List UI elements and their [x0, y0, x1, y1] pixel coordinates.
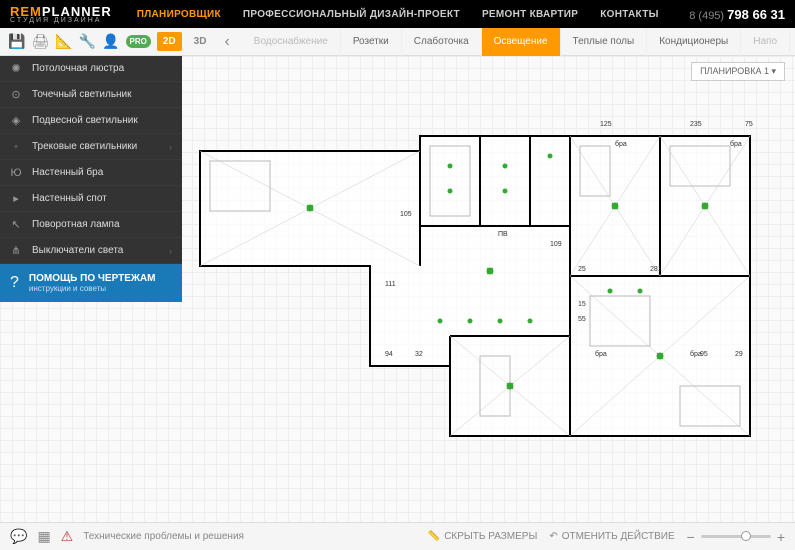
ruler-icon: 📏: [428, 531, 440, 542]
tools-icon[interactable]: 🔧: [79, 33, 96, 51]
svg-text:15: 15: [578, 301, 586, 308]
zoom-in-icon[interactable]: +: [777, 529, 785, 545]
svg-text:94: 94: [385, 351, 393, 358]
svg-text:125: 125: [600, 121, 612, 128]
tool-track-lights[interactable]: ◦Трековые светильники›: [0, 134, 182, 160]
save-icon[interactable]: 💾: [8, 33, 25, 51]
svg-text:235: 235: [690, 121, 702, 128]
undo-button[interactable]: ↶ОТМЕНИТЬ ДЕЙСТВИЕ: [549, 531, 674, 542]
nav-planner[interactable]: ПЛАНИРОВЩИК: [137, 9, 221, 20]
pro-badge[interactable]: PRO: [126, 35, 151, 48]
chevron-right-icon: ›: [169, 142, 172, 152]
help-icon: ?: [10, 274, 19, 292]
print-icon[interactable]: 🖨: [31, 33, 49, 51]
svg-text:281: 281: [650, 266, 662, 273]
tab-more[interactable]: Напо: [741, 28, 790, 56]
tab-heating[interactable]: Теплые полы: [561, 28, 648, 56]
nav-repair[interactable]: РЕМОНТ КВАРТИР: [482, 9, 578, 20]
layers-icon[interactable]: ▦: [37, 528, 50, 545]
svg-text:ПВ: ПВ: [498, 231, 508, 238]
view-2d-button[interactable]: 2D: [157, 32, 182, 51]
tool-ceiling-lamp[interactable]: ✺Потолочная люстра: [0, 56, 182, 82]
user-icon[interactable]: 👤: [102, 33, 119, 51]
svg-text:55: 55: [578, 316, 586, 323]
nav-contacts[interactable]: КОНТАКТЫ: [600, 9, 658, 20]
tool-switches[interactable]: ⋔Выключатели света›: [0, 238, 182, 264]
tab-water[interactable]: Водоснабжение: [242, 28, 341, 56]
svg-text:бра: бра: [730, 140, 742, 148]
view-3d-button[interactable]: 3D: [188, 32, 213, 51]
plan-selector[interactable]: ПЛАНИРОВКА 1 ▾: [691, 62, 785, 81]
chevron-right-icon: ›: [169, 246, 172, 256]
track-icon: ◦: [10, 141, 22, 153]
svg-text:бра: бра: [615, 140, 627, 148]
zoom-control[interactable]: − +: [687, 529, 785, 545]
tab-lowvolt[interactable]: Слаботочка: [402, 28, 482, 56]
svg-text:29: 29: [735, 351, 743, 358]
hide-dims-button[interactable]: 📏СКРЫТЬ РАЗМЕРЫ: [428, 531, 538, 542]
tools-sidebar: ✺Потолочная люстра ⊙Точечный светильник …: [0, 56, 182, 302]
svg-text:75: 75: [745, 121, 753, 128]
tab-lighting[interactable]: Освещение: [482, 28, 561, 56]
tabs-scroll-left[interactable]: ‹: [224, 33, 229, 51]
pendant-icon: ◈: [10, 114, 22, 127]
logo-subtitle: СТУДИЯ ДИЗАЙНА: [10, 17, 112, 24]
ceiling-lamp-icon: ✺: [10, 62, 22, 75]
bra-icon: Ю: [10, 167, 22, 179]
tool-swivel-lamp[interactable]: ↖Поворотная лампа: [0, 212, 182, 238]
zoom-slider[interactable]: [701, 535, 771, 538]
tech-issues-link[interactable]: Технические проблемы и решения: [83, 531, 244, 542]
switch-icon: ⋔: [10, 244, 22, 257]
tab-sockets[interactable]: Розетки: [341, 28, 402, 56]
measure-icon[interactable]: 📐: [55, 33, 72, 51]
svg-text:32: 32: [415, 351, 423, 358]
wall-spot-icon: ▸: [10, 192, 22, 205]
chat-icon[interactable]: 💬: [10, 528, 27, 545]
tab-ac[interactable]: Кондиционеры: [647, 28, 741, 56]
zoom-out-icon[interactable]: −: [687, 529, 695, 545]
spot-light-icon: ⊙: [10, 88, 22, 101]
swivel-icon: ↖: [10, 218, 22, 231]
phone-number: 8 (495) 798 66 31: [689, 7, 785, 22]
tool-pendant[interactable]: ◈Подвесной светильник: [0, 108, 182, 134]
svg-text:109: 109: [550, 241, 562, 248]
tool-wall-spot[interactable]: ▸Настенный спот: [0, 186, 182, 212]
warning-icon: ⚠: [61, 528, 74, 545]
svg-text:25: 25: [578, 266, 586, 273]
tool-spot-light[interactable]: ⊙Точечный светильник: [0, 82, 182, 108]
help-button[interactable]: ? ПОМОЩЬ ПО ЧЕРТЕЖАМ инструкции и советы: [0, 264, 182, 302]
svg-text:111: 111: [385, 281, 396, 288]
nav-design[interactable]: ПРОФЕССИОНАЛЬНЫЙ ДИЗАЙН-ПРОЕКТ: [243, 9, 460, 20]
svg-text:бра: бра: [690, 350, 702, 358]
floorplan-svg[interactable]: 125 235 75 105 109 281 111 94 32 15 55 2…: [190, 96, 780, 516]
tool-wall-bra[interactable]: ЮНастенный бра: [0, 160, 182, 186]
svg-text:105: 105: [400, 211, 412, 218]
svg-text:бра: бра: [595, 350, 607, 358]
undo-icon: ↶: [549, 531, 557, 542]
